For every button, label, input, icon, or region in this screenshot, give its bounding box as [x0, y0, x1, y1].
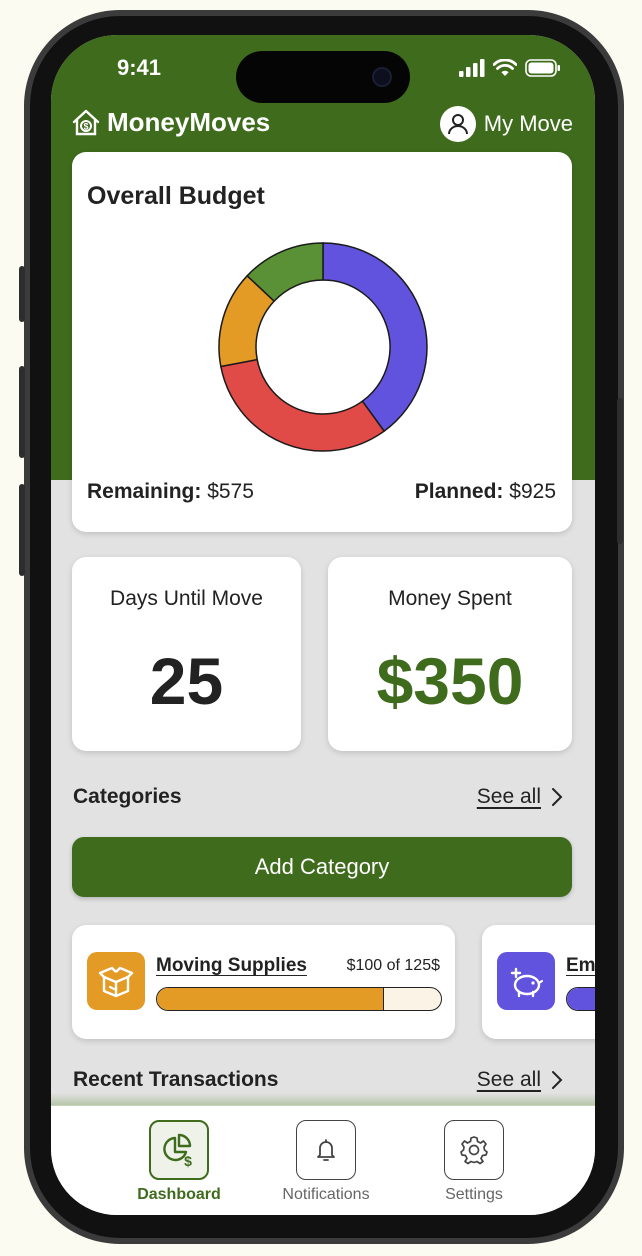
days-value: 25 — [149, 644, 224, 718]
transactions-see-all[interactable]: See all — [477, 1068, 563, 1092]
budget-title: Overall Budget — [87, 182, 265, 210]
tab-notifications[interactable]: Notifications — [271, 1120, 381, 1204]
gear-icon — [444, 1120, 504, 1180]
remaining-value: $575 — [207, 480, 254, 503]
spent-value: $350 — [376, 644, 524, 718]
dashboard-icon: $ — [149, 1120, 209, 1180]
user-icon — [439, 106, 476, 142]
volume-down-button — [19, 484, 25, 576]
donut-slice — [322, 242, 428, 433]
battery-icon — [525, 59, 560, 77]
bell-icon — [296, 1120, 356, 1180]
app-screen: 9:41 $ MoneyMoves My Move Overall Budget… — [51, 35, 595, 1215]
piggy-bank-icon — [497, 952, 555, 1010]
money-spent-card[interactable]: Money Spent $350 — [328, 557, 572, 751]
chevron-right-icon — [552, 1071, 563, 1089]
see-all-label: See all — [476, 1068, 541, 1091]
account-label: My Move — [483, 111, 573, 136]
tab-bar: $ Dashboard Notifications Settings — [51, 1105, 595, 1215]
brand[interactable]: $ MoneyMoves — [71, 107, 270, 138]
days-until-move-card[interactable]: Days Until Move 25 — [72, 557, 301, 751]
budget-donut-chart — [218, 242, 428, 452]
add-category-button[interactable]: Add Category — [72, 837, 572, 897]
spent-label: Money Spent — [388, 587, 512, 610]
categories-see-all[interactable]: See all — [477, 785, 563, 809]
remaining: Remaining: $575 — [87, 480, 254, 504]
status-time: 9:41 — [117, 55, 162, 80]
status-icons — [459, 59, 561, 77]
days-label: Days Until Move — [110, 587, 263, 610]
volume-up-button — [19, 366, 25, 458]
planned: Planned: $925 — [415, 480, 556, 504]
categories-title: Categories — [73, 785, 182, 808]
planned-label: Planned: — [414, 480, 504, 503]
category-card[interactable]: Em — [482, 925, 595, 1039]
budget-summary: Remaining: $575 Planned: $925 — [87, 480, 556, 504]
donut-slice — [219, 358, 386, 452]
camera-icon — [372, 67, 392, 87]
category-card[interactable]: Moving Supplies $100 of 125$ — [72, 925, 455, 1039]
category-progress-fill — [157, 988, 385, 1010]
svg-text:$: $ — [184, 1153, 192, 1168]
category-name: Em — [566, 955, 595, 976]
recent-transactions-title: Recent Transactions — [73, 1068, 279, 1091]
category-amount: $100 of 125$ — [346, 957, 440, 974]
power-button — [617, 398, 623, 544]
action-button — [19, 266, 25, 322]
tab-label: Notifications — [282, 1186, 370, 1203]
signal-icon — [459, 59, 485, 77]
category-progress-bar — [566, 987, 595, 1011]
svg-text:$: $ — [83, 121, 88, 131]
see-all-label: See all — [476, 785, 541, 808]
remaining-label: Remaining: — [87, 480, 202, 503]
category-name: Moving Supplies — [156, 955, 307, 976]
wifi-icon — [493, 59, 517, 76]
house-money-icon: $ — [72, 109, 100, 135]
category-progress-fill — [567, 988, 595, 1010]
dynamic-island — [236, 51, 410, 103]
box-icon — [87, 952, 145, 1010]
chevron-right-icon — [552, 788, 563, 806]
planned-value: $925 — [509, 480, 556, 503]
overall-budget-card[interactable]: Overall Budget Remaining: $575 Planned: … — [72, 152, 572, 532]
tab-label: Settings — [445, 1186, 503, 1203]
tab-dashboard[interactable]: $ Dashboard — [124, 1120, 234, 1204]
category-progress-bar — [156, 987, 442, 1011]
tab-label: Dashboard — [137, 1186, 221, 1203]
brand-name: MoneyMoves — [107, 107, 271, 137]
account-button[interactable]: My Move — [439, 106, 573, 142]
tab-settings[interactable]: Settings — [419, 1120, 529, 1204]
